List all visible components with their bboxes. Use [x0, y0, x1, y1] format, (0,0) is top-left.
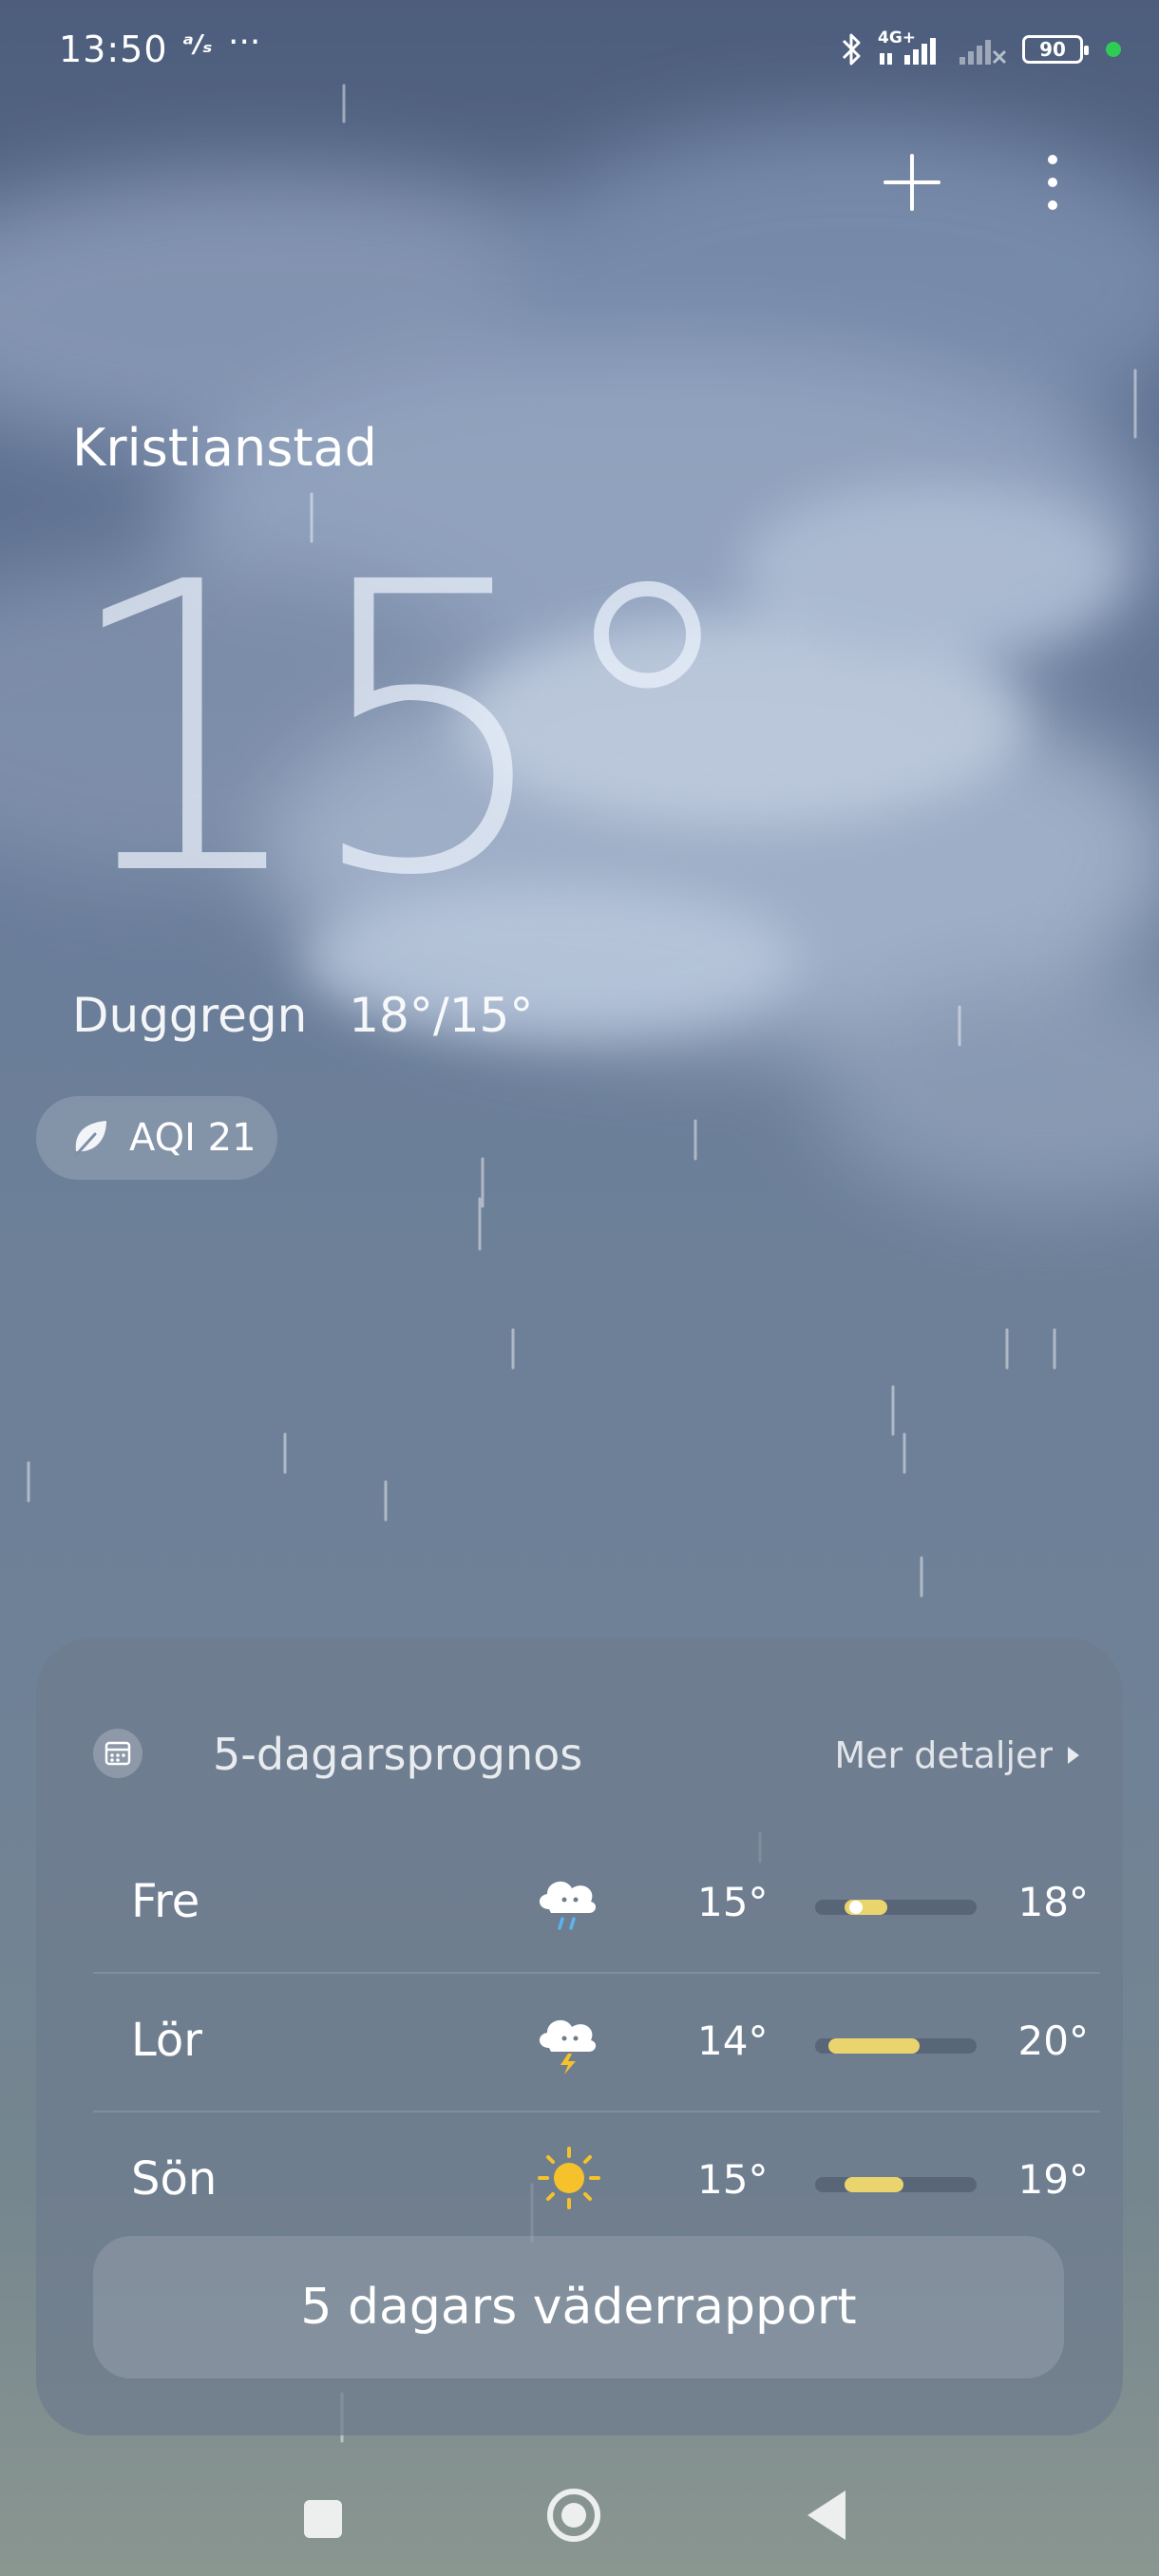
high-temp: 18°	[1017, 1879, 1089, 1925]
forecast-row[interactable]: Sön 15° 19°	[93, 2112, 1100, 2249]
more-details-label: Mer detaljer	[834, 1734, 1053, 1776]
signal-icon: 4G+	[878, 28, 944, 68]
day-label: Sön	[131, 2152, 218, 2206]
day-label: Fre	[131, 1875, 200, 1928]
temperature-range-bar	[815, 2177, 977, 2192]
current-temperature-marker	[848, 1901, 863, 1914]
current-condition: Duggregn 18°/15°	[72, 988, 533, 1043]
calendar-icon	[93, 1729, 142, 1778]
day-label: Lör	[131, 2014, 202, 2067]
forecast-row[interactable]: Fre 15° 18°	[93, 1835, 1100, 1974]
sun-icon	[538, 2147, 600, 2209]
status-bar: 13:50 ᵃ/ₛ ··· 4G+ 90	[0, 0, 1159, 104]
chevron-right-icon	[1068, 1747, 1079, 1764]
city-name: Kristianstad	[72, 418, 377, 478]
recent-apps-button[interactable]	[304, 2500, 342, 2538]
battery-icon: 90	[1022, 35, 1089, 64]
high-temp: 20°	[1017, 2017, 1089, 2064]
battery-level: 90	[1039, 38, 1066, 61]
more-options-button[interactable]	[1036, 152, 1070, 213]
current-temperature: 15°	[59, 499, 747, 963]
forecast-card: 5-dagarsprognos Mer detaljer Fre 15° 18°	[36, 1638, 1123, 2435]
privacy-indicator	[1106, 42, 1121, 57]
status-time: 13:50	[59, 28, 168, 70]
aqi-label: AQI 21	[129, 1116, 256, 1160]
cloud-rain-icon	[539, 1881, 597, 1930]
low-temp: 15°	[697, 1879, 769, 1925]
signal-no-service-icon	[960, 40, 1007, 65]
more-notifications-icon: ···	[228, 23, 261, 62]
bluetooth-icon	[842, 33, 861, 66]
more-details-link[interactable]: Mer detaljer	[834, 1734, 1081, 1776]
leaf-icon	[74, 1121, 106, 1157]
home-button[interactable]	[547, 2489, 600, 2542]
cloud-thunder-icon	[539, 2019, 597, 2074]
high-temp: 19°	[1017, 2156, 1089, 2203]
forecast-list: Fre 15° 18° Lör 14° 20° Sön 15° 19°	[93, 1835, 1100, 2249]
temperature-range-bar	[815, 2038, 977, 2054]
aqi-badge[interactable]: AQI 21	[36, 1096, 277, 1180]
network-speed-icon: ᵃ/ₛ	[182, 30, 213, 59]
status-icons: 4G+ 90	[840, 28, 1121, 70]
back-button[interactable]	[808, 2491, 846, 2540]
five-day-report-button[interactable]: 5 dagars väderrapport	[93, 2236, 1064, 2378]
low-temp: 14°	[697, 2017, 769, 2064]
add-city-button[interactable]	[882, 152, 942, 213]
temperature-range-fill	[844, 2177, 904, 2192]
temperature-range-fill	[827, 2038, 921, 2054]
navigation-bar	[0, 2451, 1159, 2576]
low-temp: 15°	[697, 2156, 769, 2203]
temperature-range: 18°/15°	[349, 988, 534, 1043]
forecast-header: 5-dagarsprognos Mer detaljer	[93, 1714, 1091, 1790]
condition-text: Duggregn	[72, 988, 308, 1043]
temperature-range-bar	[815, 1900, 977, 1915]
forecast-title: 5-dagarsprognos	[213, 1729, 583, 1780]
forecast-row[interactable]: Lör 14° 20°	[93, 1974, 1100, 2112]
